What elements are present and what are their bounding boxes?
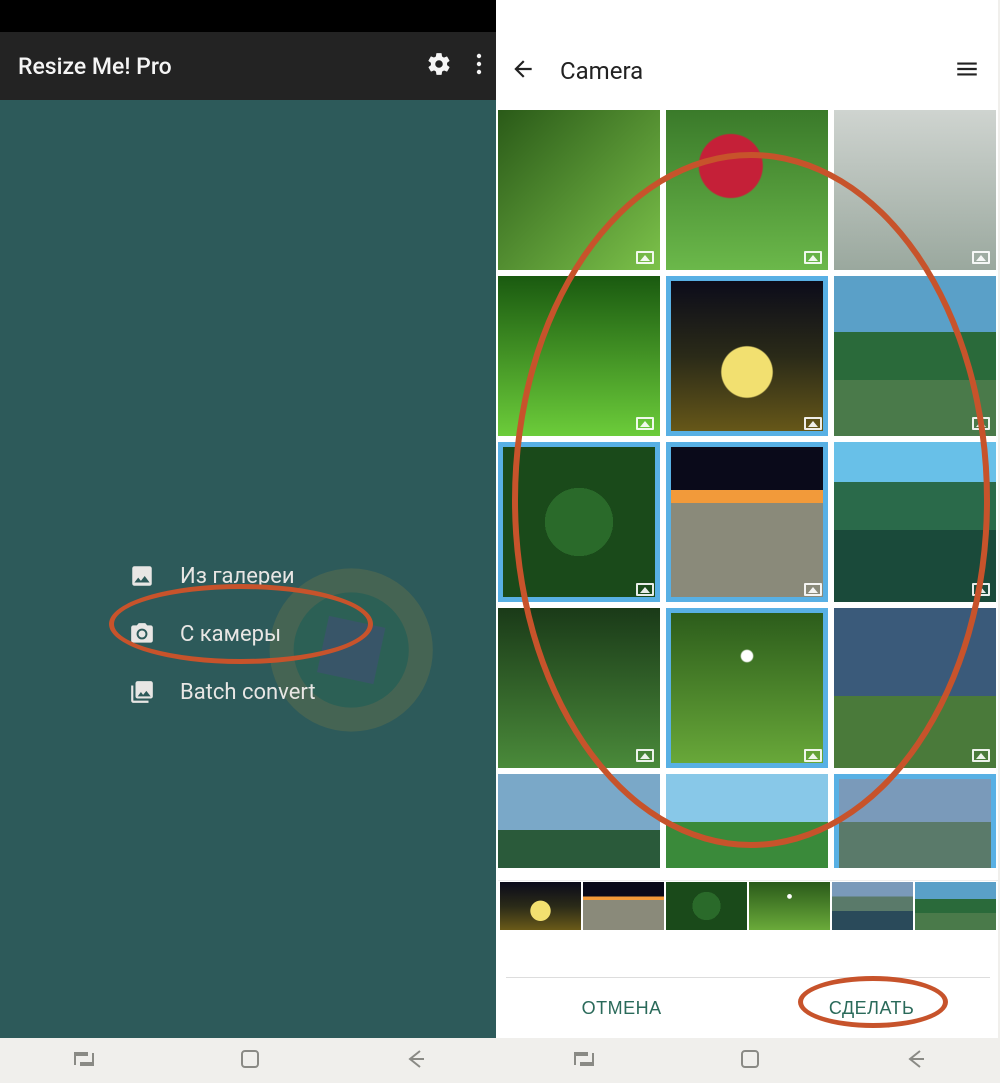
back-nav-icon[interactable] <box>904 1049 928 1073</box>
recents-icon[interactable] <box>572 1050 596 1072</box>
picker-app-bar: Camera <box>498 32 998 110</box>
thumbnail-selected[interactable] <box>498 442 660 602</box>
landscape-icon <box>636 583 654 596</box>
landscape-icon <box>804 749 822 762</box>
landscape-icon <box>636 417 654 430</box>
collections-icon <box>128 678 156 706</box>
thumbnail[interactable] <box>498 110 660 270</box>
landscape-icon <box>972 583 990 596</box>
status-bar <box>498 0 998 32</box>
screen-resize-me: Resize Me! Pro <box>0 0 498 1038</box>
menu-label: Batch convert <box>180 680 316 705</box>
thumbnail[interactable] <box>666 774 828 868</box>
thumbnail[interactable] <box>834 276 996 436</box>
from-camera-button[interactable]: С камеры <box>128 620 316 648</box>
thumbnail-selected[interactable] <box>666 276 828 436</box>
thumbnail-selected[interactable] <box>666 608 828 768</box>
thumbnail-grid <box>498 110 998 868</box>
kebab-menu-icon[interactable] <box>476 53 482 79</box>
app-bar: Resize Me! Pro <box>0 32 496 100</box>
from-gallery-button[interactable]: Из галереи <box>128 562 316 590</box>
landscape-icon <box>804 251 822 264</box>
app-title: Resize Me! Pro <box>18 53 172 80</box>
landscape-icon <box>636 251 654 264</box>
home-icon[interactable] <box>240 1049 260 1073</box>
done-button[interactable]: СДЕЛАТЬ <box>829 998 915 1019</box>
thumbnail[interactable] <box>834 110 996 270</box>
status-bar <box>0 0 496 32</box>
selected-mini[interactable] <box>583 882 664 930</box>
thumbnail[interactable] <box>666 110 828 270</box>
thumbnail[interactable] <box>498 774 660 868</box>
selected-mini[interactable] <box>500 882 581 930</box>
device-navbar <box>0 1038 1000 1083</box>
thumbnail-selected[interactable] <box>834 774 996 868</box>
landscape-icon <box>636 749 654 762</box>
back-icon[interactable] <box>510 56 536 86</box>
batch-convert-button[interactable]: Batch convert <box>128 678 316 706</box>
picker-title: Camera <box>560 57 643 85</box>
recents-icon[interactable] <box>72 1050 96 1072</box>
thumbnail[interactable] <box>498 608 660 768</box>
appbar-actions <box>426 51 482 81</box>
thumbnail[interactable] <box>834 608 996 768</box>
thumbnail[interactable] <box>498 276 660 436</box>
picker-actions: ОТМЕНА СДЕЛАТЬ <box>498 978 998 1038</box>
hamburger-menu-icon[interactable] <box>954 56 980 86</box>
selected-mini[interactable] <box>832 882 913 930</box>
camera-icon <box>128 620 156 648</box>
selected-mini[interactable] <box>749 882 830 930</box>
selected-mini[interactable] <box>915 882 996 930</box>
thumbnail[interactable] <box>834 442 996 602</box>
cancel-button[interactable]: ОТМЕНА <box>582 998 662 1019</box>
gear-icon[interactable] <box>426 51 452 81</box>
menu-label: С камеры <box>180 622 281 647</box>
menu-label: Из галереи <box>180 564 295 589</box>
back-nav-icon[interactable] <box>404 1049 428 1073</box>
landscape-icon <box>972 251 990 264</box>
screen-picker: Camera <box>498 0 998 1038</box>
landscape-icon <box>804 583 822 596</box>
selected-mini[interactable] <box>666 882 747 930</box>
left-body: Из галереи С камеры Batch convert <box>0 100 496 1038</box>
thumbnail-selected[interactable] <box>666 442 828 602</box>
landscape-icon <box>972 417 990 430</box>
main-menu: Из галереи С камеры Batch convert <box>128 562 316 706</box>
landscape-icon <box>804 417 822 430</box>
landscape-icon <box>972 749 990 762</box>
home-icon[interactable] <box>740 1049 760 1073</box>
selection-strip <box>498 880 998 930</box>
image-icon <box>128 562 156 590</box>
